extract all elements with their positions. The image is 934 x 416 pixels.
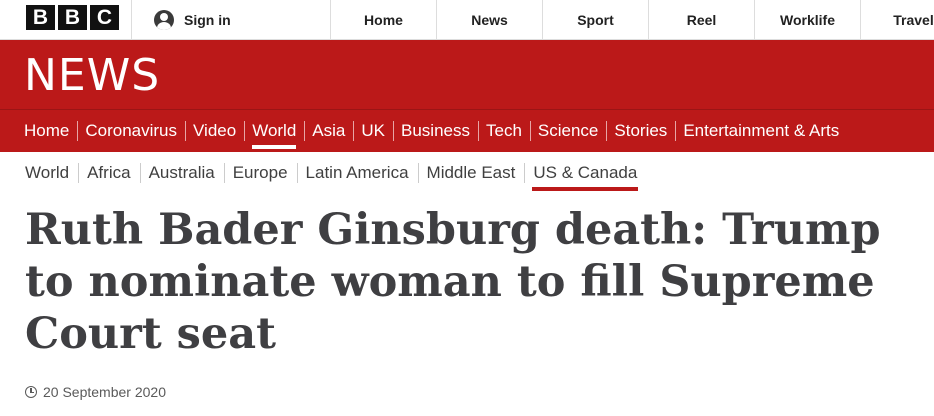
- sub-nav-us-canada[interactable]: US & Canada: [524, 155, 646, 191]
- logo-letter-b2: B: [58, 5, 87, 30]
- news-nav-business[interactable]: Business: [393, 112, 478, 149]
- news-nav-world[interactable]: World: [244, 112, 304, 149]
- article-headline: Ruth Bader Ginsburg death: Trump to nomi…: [25, 205, 881, 359]
- logo-letter-c: C: [90, 5, 119, 30]
- bbc-logo[interactable]: B B C: [26, 5, 119, 30]
- news-header-divider: [0, 109, 934, 110]
- news-nav-home[interactable]: Home: [16, 112, 77, 149]
- global-nav-sport[interactable]: Sport: [542, 0, 648, 39]
- header-divider: [131, 0, 132, 39]
- news-brand-logo[interactable]: NEWS: [24, 50, 160, 101]
- global-nav-reel[interactable]: Reel: [648, 0, 754, 39]
- global-nav-news[interactable]: News: [436, 0, 542, 39]
- sub-nav-australia[interactable]: Australia: [139, 155, 224, 191]
- world-sub-nav: World Africa Australia Europe Latin Amer…: [16, 155, 646, 191]
- news-nav-uk[interactable]: UK: [353, 112, 393, 149]
- article-dateline: 20 September 2020: [25, 384, 166, 400]
- news-nav-coronavirus[interactable]: Coronavirus: [77, 112, 185, 149]
- article-date: 20 September 2020: [43, 384, 166, 400]
- news-nav: Home Coronavirus Video World Asia UK Bus…: [16, 112, 847, 149]
- global-nav: Home News Sport Reel Worklife Travel: [330, 0, 934, 39]
- sub-nav-world[interactable]: World: [16, 155, 78, 191]
- sign-in-label: Sign in: [184, 11, 231, 28]
- global-nav-home[interactable]: Home: [330, 0, 436, 39]
- sub-nav-africa[interactable]: Africa: [78, 155, 139, 191]
- sub-nav-europe[interactable]: Europe: [223, 155, 297, 191]
- news-nav-video[interactable]: Video: [185, 112, 244, 149]
- news-nav-entertainment-arts[interactable]: Entertainment & Arts: [675, 112, 847, 149]
- news-nav-asia[interactable]: Asia: [304, 112, 353, 149]
- news-nav-tech[interactable]: Tech: [477, 112, 530, 149]
- clock-icon: [25, 386, 37, 398]
- global-nav-worklife[interactable]: Worklife: [754, 0, 860, 39]
- logo-letter-b1: B: [26, 5, 55, 30]
- sub-nav-latin-america[interactable]: Latin America: [296, 155, 418, 191]
- global-header: B B C Sign in Home News Sport Reel Workl…: [0, 0, 934, 40]
- news-nav-science[interactable]: Science: [529, 112, 606, 149]
- news-header: NEWS Home Coronavirus Video World Asia U…: [0, 40, 934, 152]
- sign-in-link[interactable]: Sign in: [154, 7, 231, 32]
- global-nav-travel[interactable]: Travel: [860, 0, 934, 39]
- sub-nav-middle-east[interactable]: Middle East: [417, 155, 525, 191]
- user-avatar-icon: [154, 9, 174, 30]
- news-nav-stories[interactable]: Stories: [606, 112, 675, 149]
